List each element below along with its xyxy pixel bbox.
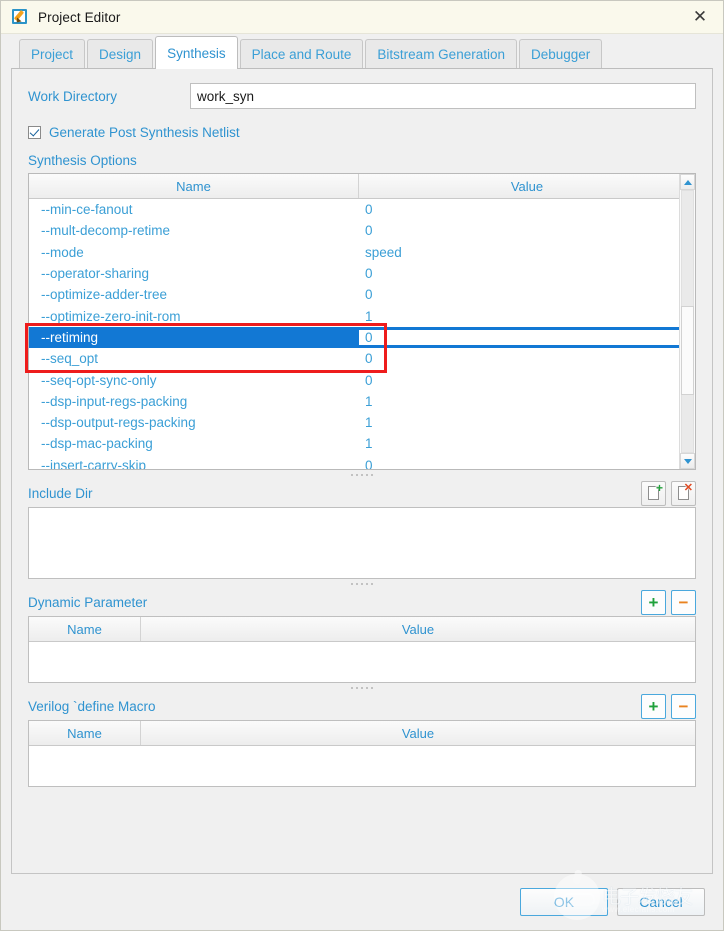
title-bar: Project Editor ✕ — [1, 1, 723, 34]
option-value: 1 — [359, 309, 695, 324]
option-name: --dsp-input-regs-packing — [29, 394, 359, 409]
tab-bitstream-generation[interactable]: Bitstream Generation — [365, 39, 517, 68]
scroll-down-icon[interactable] — [680, 453, 695, 469]
generate-netlist-checkbox[interactable] — [28, 126, 41, 139]
table-row[interactable]: --operator-sharing0 — [29, 263, 695, 284]
dynamic-parameter-rows — [29, 642, 695, 682]
option-value: 1 — [359, 415, 695, 430]
option-value: 0 — [359, 266, 695, 281]
remove-file-icon[interactable]: ✕ — [671, 481, 696, 506]
table-row[interactable]: --mult-decomp-retime0 — [29, 220, 695, 241]
verilog-macro-add-icon[interactable]: + — [641, 694, 666, 719]
dynamic-parameter-table[interactable]: Name Value — [28, 616, 696, 683]
window-title: Project Editor — [38, 10, 120, 25]
table-row[interactable]: --dsp-output-regs-packing1 — [29, 412, 695, 433]
option-name: --retiming — [29, 330, 359, 345]
tab-design[interactable]: Design — [87, 39, 153, 68]
dynamic-parameter-title: Dynamic Parameter — [28, 595, 147, 610]
option-name: --dsp-mac-packing — [29, 436, 359, 451]
option-value: 0 — [359, 351, 695, 366]
option-value: 0 — [359, 202, 695, 217]
option-value: 1 — [359, 436, 695, 451]
table-row[interactable]: --retiming0 — [29, 327, 695, 348]
dynamic-parameter-header: Dynamic Parameter + − — [28, 588, 696, 616]
option-name: --mode — [29, 245, 359, 260]
option-name: --insert-carry-skip — [29, 458, 359, 469]
close-icon[interactable]: ✕ — [677, 1, 723, 33]
cancel-button[interactable]: Cancel — [617, 888, 705, 916]
option-name: --mult-decomp-retime — [29, 223, 359, 238]
verilog-macro-table[interactable]: Name Value — [28, 720, 696, 787]
table-row[interactable]: --insert-carry-skip0 — [29, 455, 695, 469]
scrollbar-thumb[interactable] — [681, 306, 694, 395]
option-value: 0 — [359, 373, 695, 388]
verilog-macro-rows — [29, 746, 695, 786]
synthesis-panel: Work Directory work_syn Generate Post Sy… — [11, 68, 713, 874]
option-name: --seq-opt-sync-only — [29, 373, 359, 388]
options-rows: --min-ce-fanout0--mult-decomp-retime0--m… — [29, 199, 695, 469]
splitter-grip-3[interactable] — [28, 683, 696, 692]
work-directory-input[interactable]: work_syn — [190, 83, 696, 109]
ok-button[interactable]: OK — [520, 888, 608, 916]
work-directory-row: Work Directory work_syn — [28, 83, 696, 109]
dynamic-parameter-column-value[interactable]: Value — [141, 617, 695, 641]
generate-netlist-row[interactable]: Generate Post Synthesis Netlist — [28, 122, 696, 142]
column-header-name[interactable]: Name — [29, 174, 359, 198]
table-row[interactable]: --dsp-mac-packing1 — [29, 433, 695, 454]
table-row[interactable]: --optimize-adder-tree0 — [29, 284, 695, 305]
tab-debugger[interactable]: Debugger — [519, 39, 602, 68]
tab-bar: Project Design Synthesis Place and Route… — [1, 34, 723, 68]
dynamic-parameter-remove-icon[interactable]: − — [671, 590, 696, 615]
synthesis-options-table: Name Value --min-ce-fanout0--mult-decomp… — [28, 173, 696, 470]
dialog-footer: OK Cancel — [1, 874, 723, 930]
verilog-macro-title: Verilog `define Macro — [28, 699, 156, 714]
splitter-grip-2[interactable] — [28, 579, 696, 588]
options-table-header: Name Value — [29, 174, 695, 199]
option-name: --seq_opt — [29, 351, 359, 366]
dynamic-parameter-column-name[interactable]: Name — [29, 617, 141, 641]
option-value: 0 — [359, 223, 695, 238]
option-value: speed — [359, 245, 695, 260]
verilog-macro-header: Verilog `define Macro + − — [28, 692, 696, 720]
scrollbar-track[interactable] — [680, 190, 695, 453]
include-dir-header: Include Dir + ✕ — [28, 479, 696, 507]
table-row[interactable]: --seq-opt-sync-only0 — [29, 369, 695, 390]
option-name: --dsp-output-regs-packing — [29, 415, 359, 430]
option-name: --optimize-zero-init-rom — [29, 309, 359, 324]
verilog-macro-column-name[interactable]: Name — [29, 721, 141, 745]
verilog-macro-column-value[interactable]: Value — [141, 721, 695, 745]
tab-synthesis[interactable]: Synthesis — [155, 36, 238, 69]
generate-netlist-label: Generate Post Synthesis Netlist — [49, 125, 240, 140]
option-name: --min-ce-fanout — [29, 202, 359, 217]
dynamic-parameter-add-icon[interactable]: + — [641, 590, 666, 615]
tab-place-and-route[interactable]: Place and Route — [240, 39, 364, 68]
option-value: 0 — [359, 330, 695, 345]
add-file-icon[interactable]: + — [641, 481, 666, 506]
synthesis-options-title: Synthesis Options — [28, 153, 696, 168]
table-row[interactable]: --modespeed — [29, 242, 695, 263]
option-name: --optimize-adder-tree — [29, 287, 359, 302]
project-editor-icon — [12, 9, 29, 26]
tab-project[interactable]: Project — [19, 39, 85, 68]
work-directory-label: Work Directory — [28, 89, 190, 104]
option-name: --operator-sharing — [29, 266, 359, 281]
include-dir-title: Include Dir — [28, 486, 93, 501]
verilog-macro-remove-icon[interactable]: − — [671, 694, 696, 719]
splitter-grip[interactable] — [28, 470, 696, 479]
column-header-value[interactable]: Value — [359, 174, 695, 198]
option-value: 0 — [359, 287, 695, 302]
options-scrollbar[interactable] — [679, 174, 695, 469]
project-editor-window: Project Editor ✕ Project Design Synthesi… — [0, 0, 724, 931]
table-row[interactable]: --optimize-zero-init-rom1 — [29, 305, 695, 326]
table-row[interactable]: --dsp-input-regs-packing1 — [29, 391, 695, 412]
include-dir-list[interactable] — [28, 507, 696, 579]
scroll-up-icon[interactable] — [680, 174, 695, 190]
table-row[interactable]: --min-ce-fanout0 — [29, 199, 695, 220]
option-value: 0 — [359, 458, 695, 469]
table-row[interactable]: --seq_opt0 — [29, 348, 695, 369]
option-value: 1 — [359, 394, 695, 409]
